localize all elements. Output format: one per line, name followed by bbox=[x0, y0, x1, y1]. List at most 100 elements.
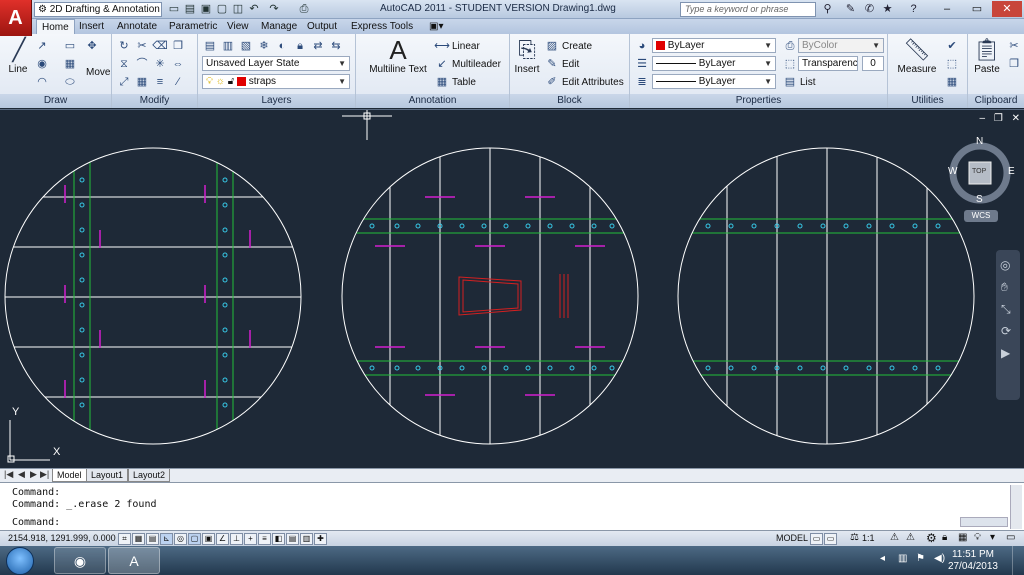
layer-off-icon[interactable]: ◐ bbox=[274, 38, 290, 54]
restore-viewport-icon[interactable]: – bbox=[980, 113, 986, 124]
scale-icon[interactable]: ⤢ bbox=[116, 74, 132, 90]
polyline-icon[interactable]: ↗ bbox=[34, 38, 50, 54]
properties-panel-title[interactable]: Properties bbox=[630, 94, 887, 108]
offset-icon[interactable]: ≡ bbox=[152, 74, 168, 90]
tab-output[interactable]: Output bbox=[302, 19, 342, 34]
tab-home[interactable]: Home bbox=[36, 19, 75, 34]
tab-layout2[interactable]: Layout2 bbox=[128, 469, 171, 482]
compass-south[interactable]: S bbox=[976, 194, 983, 205]
stretch-icon[interactable]: ⇔ bbox=[170, 56, 186, 72]
quick-view-layouts-button[interactable]: ▭ bbox=[810, 533, 823, 545]
layer-isolate-icon[interactable]: ▧ bbox=[238, 38, 254, 54]
layer-walk-icon[interactable]: ⇆ bbox=[328, 38, 344, 54]
command-prompt[interactable]: Command: bbox=[12, 517, 60, 528]
quick-select-icon[interactable]: ✔ bbox=[944, 38, 960, 54]
tab-layout1[interactable]: Layout1 bbox=[86, 469, 129, 482]
command-window[interactable]: Command: Command: _.erase 2 found Comman… bbox=[0, 482, 1024, 530]
fillet-icon[interactable]: ⌒ bbox=[134, 56, 150, 72]
network-icon[interactable]: ▥ bbox=[898, 553, 907, 564]
compass-west[interactable]: W bbox=[948, 166, 957, 177]
ellipse-icon[interactable]: ⬭ bbox=[62, 74, 78, 90]
explode-icon[interactable]: ✳ bbox=[152, 56, 168, 72]
tab-parametric[interactable]: Parametric bbox=[164, 19, 222, 34]
arc-icon[interactable]: ◠ bbox=[34, 74, 50, 90]
ortho-mode-button[interactable]: ⊾ bbox=[160, 533, 173, 545]
lock-ui-icon[interactable]: 🔒︎ bbox=[942, 532, 947, 543]
orbit-icon[interactable]: ⟳ bbox=[1001, 324, 1011, 338]
tools-icon[interactable]: ✎ bbox=[843, 2, 858, 17]
layer-properties-icon[interactable]: ▤ bbox=[202, 38, 218, 54]
steering-wheel-icon[interactable]: ◎ bbox=[1000, 258, 1010, 272]
selection-cycling-button[interactable]: ▥ bbox=[300, 533, 313, 545]
show-desktop-button[interactable] bbox=[1012, 546, 1024, 575]
move-icon[interactable]: ✥ bbox=[84, 38, 100, 54]
block-panel-title[interactable]: Block bbox=[510, 94, 629, 108]
create-block-icon[interactable]: ▨ bbox=[544, 38, 560, 54]
grid-display-button[interactable]: ▤ bbox=[146, 533, 159, 545]
3d-object-snap-button[interactable]: ▣ bbox=[202, 533, 215, 545]
annotation-monitor-button[interactable]: ✚ bbox=[314, 533, 327, 545]
circle-icon[interactable]: ◉ bbox=[34, 56, 50, 72]
layers-panel-title[interactable]: Layers bbox=[198, 94, 355, 108]
layer-state-icon[interactable]: ▥ bbox=[220, 38, 236, 54]
viewcube[interactable]: N S W E TOP WCS bbox=[940, 136, 1018, 222]
rectangle-icon[interactable]: ▭ bbox=[62, 38, 78, 54]
match-properties-icon[interactable]: ◕ bbox=[634, 38, 650, 54]
plot-icon[interactable]: ⎙ bbox=[296, 2, 312, 17]
trim-icon[interactable]: ✂ bbox=[134, 38, 150, 54]
model-space-label[interactable]: MODEL bbox=[776, 533, 808, 543]
tab-view[interactable]: View bbox=[222, 19, 254, 34]
redo-icon[interactable]: ↷ bbox=[266, 2, 282, 17]
showmotion-icon[interactable]: ▶ bbox=[1001, 346, 1010, 360]
application-menu-button[interactable]: A bbox=[0, 0, 32, 36]
tab-annotate[interactable]: Annotate bbox=[112, 19, 162, 34]
copy-clip-icon[interactable]: ❐ bbox=[1006, 56, 1022, 72]
layer-match-icon[interactable]: ⇄ bbox=[310, 38, 326, 54]
insert-button[interactable]: ⎘ Insert bbox=[512, 36, 542, 75]
hardware-acceleration-icon[interactable]: ▦ bbox=[958, 532, 967, 543]
drawing-svg[interactable] bbox=[0, 110, 1024, 468]
viewcube-top-face[interactable]: TOP bbox=[972, 168, 986, 175]
lineweight-dropdown[interactable]: ByLayer ▼ bbox=[652, 74, 776, 89]
volume-icon[interactable]: ◀) bbox=[934, 553, 945, 564]
linear-label[interactable]: Linear bbox=[452, 41, 480, 52]
infer-constraints-button[interactable]: ⌗ bbox=[118, 533, 131, 545]
command-horizontal-scrollbar[interactable] bbox=[960, 517, 1008, 527]
open-icon[interactable]: ▤ bbox=[182, 2, 198, 17]
clipboard-panel-title[interactable]: Clipboard bbox=[968, 94, 1024, 108]
multileader-icon[interactable]: ↙ bbox=[434, 56, 450, 72]
polar-tracking-button[interactable]: ◎ bbox=[174, 533, 187, 545]
layer-state-dropdown[interactable]: Unsaved Layer State ▼ bbox=[202, 56, 350, 71]
dynamic-ucs-button[interactable]: ⊥ bbox=[230, 533, 243, 545]
help-icon[interactable]: ? bbox=[906, 2, 921, 17]
prev-layout-icon[interactable]: ◀ bbox=[18, 469, 25, 480]
utilities-panel-title[interactable]: Utilities bbox=[888, 94, 967, 108]
layer-dropdown[interactable]: 💡︎ ☼ 🔓︎ straps ▼ bbox=[202, 74, 350, 89]
status-menu-icon[interactable]: ▾ bbox=[990, 532, 995, 543]
compass-north[interactable]: N bbox=[976, 136, 983, 147]
new-icon[interactable]: ▭ bbox=[166, 2, 182, 17]
binoculars-icon[interactable]: ⚲ bbox=[820, 2, 835, 17]
object-snap-button[interactable]: ▢ bbox=[188, 533, 201, 545]
select-all-icon[interactable]: ⬚ bbox=[944, 56, 960, 72]
system-clock[interactable]: 11:51 PM 27/04/2013 bbox=[948, 549, 998, 573]
pan-icon[interactable]: ✋︎ bbox=[1001, 280, 1008, 295]
communication-icon[interactable]: ✆ bbox=[862, 2, 877, 17]
undo-icon[interactable]: ↶ bbox=[246, 2, 262, 17]
tab-insert[interactable]: Insert bbox=[74, 19, 109, 34]
table-icon[interactable]: ▦ bbox=[434, 74, 450, 90]
tab-manage[interactable]: Manage bbox=[256, 19, 302, 34]
wcs-menu[interactable]: WCS bbox=[964, 210, 998, 222]
transparency-field[interactable]: Transparency bbox=[798, 56, 858, 71]
array-icon[interactable]: ▦ bbox=[134, 74, 150, 90]
paste-button[interactable]: 📋︎ Paste bbox=[970, 36, 1004, 75]
disc-left[interactable] bbox=[0, 140, 310, 450]
auto-scale-icon[interactable]: ⚠ bbox=[906, 532, 915, 543]
transparency-button[interactable]: ◧ bbox=[272, 533, 285, 545]
disc-right[interactable] bbox=[676, 140, 976, 450]
save-as-icon[interactable]: ▢ bbox=[214, 2, 230, 17]
break-icon[interactable]: ⁄ bbox=[170, 74, 186, 90]
flag-icon[interactable]: ⚑ bbox=[916, 553, 925, 564]
erase-icon[interactable]: ⌫ bbox=[152, 38, 168, 54]
annotation-scale-value[interactable]: 1:1 bbox=[862, 533, 875, 543]
